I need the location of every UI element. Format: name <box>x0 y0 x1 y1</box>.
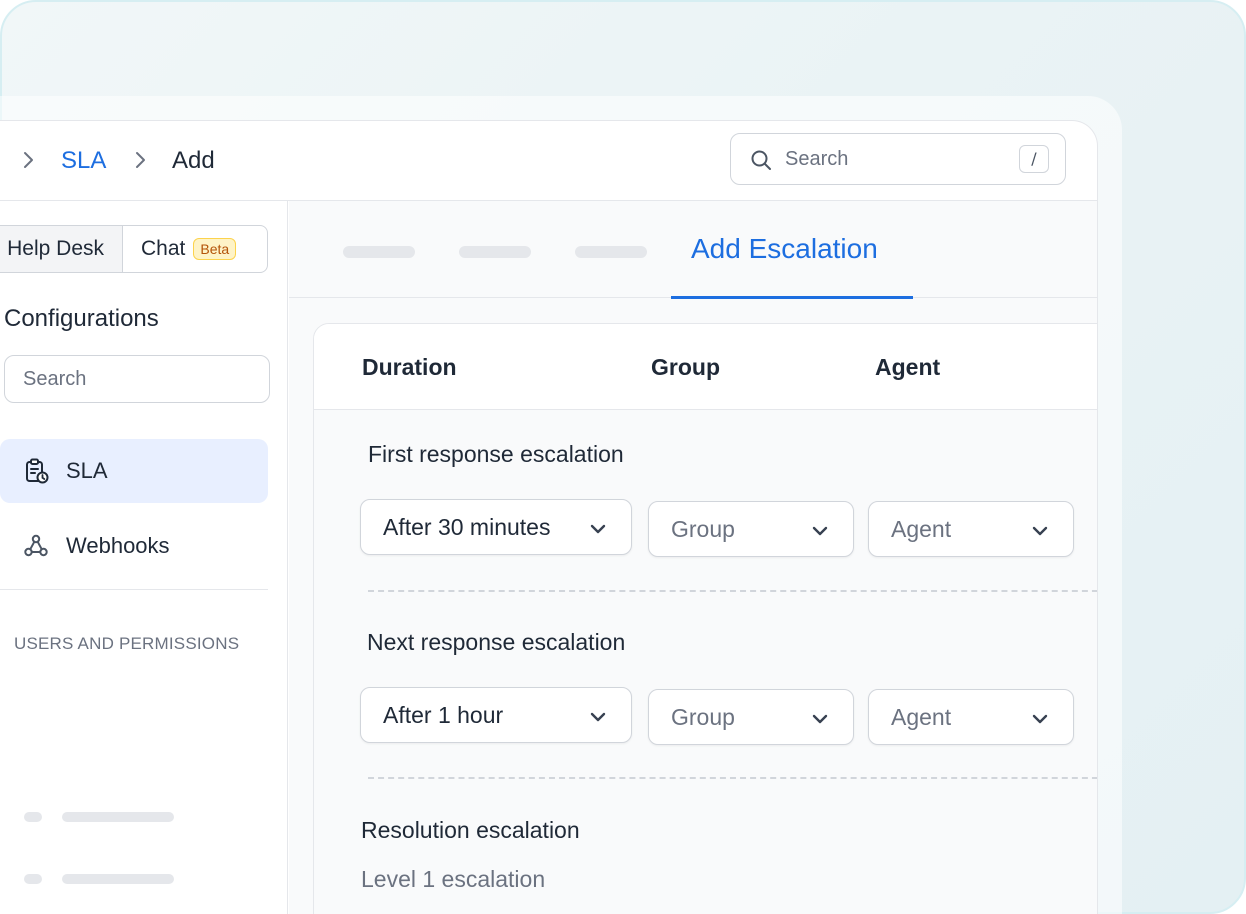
active-tab-indicator <box>671 296 913 299</box>
select-value: After 30 minutes <box>383 514 551 540</box>
row-divider <box>368 590 1097 592</box>
select-value: Group <box>671 704 735 730</box>
tab-add-escalation[interactable]: Add Escalation <box>671 201 913 299</box>
select-value: Group <box>671 516 735 542</box>
top-bar: SLA Add Search / <box>0 121 1097 201</box>
skeleton-placeholder <box>24 812 42 822</box>
chevron-right-icon <box>20 149 38 171</box>
segment-chat[interactable]: Chat Beta <box>123 226 267 272</box>
skeleton-placeholder <box>24 874 42 884</box>
tab-placeholder[interactable] <box>343 246 415 258</box>
breadcrumb-add: Add <box>172 147 215 174</box>
sidebar-item-label: Webhooks <box>66 533 170 558</box>
first-response-escalation-label: First response escalation <box>368 441 624 467</box>
global-search-input[interactable]: Search / <box>730 133 1066 185</box>
chevron-down-icon <box>809 708 831 730</box>
webhook-icon <box>22 532 50 560</box>
segment-chat-label: Chat <box>141 237 186 260</box>
column-header-group: Group <box>651 354 720 380</box>
select-value: Agent <box>891 704 952 730</box>
chevron-down-icon <box>1029 708 1051 730</box>
section-heading-users-permissions: USERS AND PERMISSIONS <box>14 634 240 653</box>
clipboard-clock-icon <box>22 457 50 485</box>
column-header-duration: Duration <box>362 354 457 380</box>
sidebar-title: Configurations <box>4 305 159 332</box>
chevron-right-icon <box>132 149 150 171</box>
sidebar-item-sla[interactable]: SLA <box>0 439 268 503</box>
tab-placeholder[interactable] <box>459 246 531 258</box>
segment-help-desk-label: Help Desk <box>7 237 104 260</box>
app-window: SLA Add Search / Help Desk Chat Beta Con… <box>0 120 1098 914</box>
first-response-agent-select[interactable]: Agent <box>868 501 1074 557</box>
select-value: Agent <box>891 516 952 542</box>
search-shortcut-key: / <box>1019 145 1049 173</box>
tab-add-escalation-label: Add Escalation <box>691 233 878 264</box>
search-placeholder: Search <box>785 148 849 170</box>
chevron-down-icon <box>809 520 831 542</box>
tab-bar: Add Escalation <box>289 201 1097 299</box>
main-content: Add Escalation Duration Group Agent Firs… <box>289 201 1097 914</box>
sidebar-item-webhooks[interactable]: Webhooks <box>0 514 268 578</box>
sidebar: Help Desk Chat Beta Configurations Searc… <box>0 201 288 914</box>
sidebar-search-input[interactable]: Search <box>4 355 270 403</box>
chevron-down-icon <box>587 518 609 540</box>
skeleton-placeholder <box>62 812 174 822</box>
product-switcher: Help Desk Chat Beta <box>0 225 268 273</box>
first-response-group-select[interactable]: Group <box>648 501 854 557</box>
sidebar-item-label: SLA <box>66 458 108 483</box>
sidebar-search-placeholder: Search <box>23 368 87 390</box>
sidebar-divider <box>0 589 268 590</box>
column-header-agent: Agent <box>875 354 941 380</box>
segment-help-desk[interactable]: Help Desk <box>0 226 123 272</box>
search-icon <box>749 148 773 172</box>
chevron-down-icon <box>1029 520 1051 542</box>
next-response-escalation-label: Next response escalation <box>367 629 626 655</box>
next-response-duration-select[interactable]: After 1 hour <box>360 687 632 743</box>
level-1-escalation-label: Level 1 escalation <box>361 866 546 892</box>
next-response-agent-select[interactable]: Agent <box>868 689 1074 745</box>
beta-badge: Beta <box>193 238 237 260</box>
next-response-group-select[interactable]: Group <box>648 689 854 745</box>
table-header: Duration Group Agent <box>314 324 1097 410</box>
select-value: After 1 hour <box>383 702 504 728</box>
row-divider <box>368 777 1097 779</box>
resolution-escalation-label: Resolution escalation <box>361 817 580 843</box>
tab-placeholder[interactable] <box>575 246 647 258</box>
first-response-duration-select[interactable]: After 30 minutes <box>360 499 632 555</box>
chevron-down-icon <box>587 706 609 728</box>
escalation-card: Duration Group Agent First response esca… <box>313 323 1097 914</box>
skeleton-placeholder <box>62 874 174 884</box>
breadcrumb-sla[interactable]: SLA <box>61 147 106 175</box>
